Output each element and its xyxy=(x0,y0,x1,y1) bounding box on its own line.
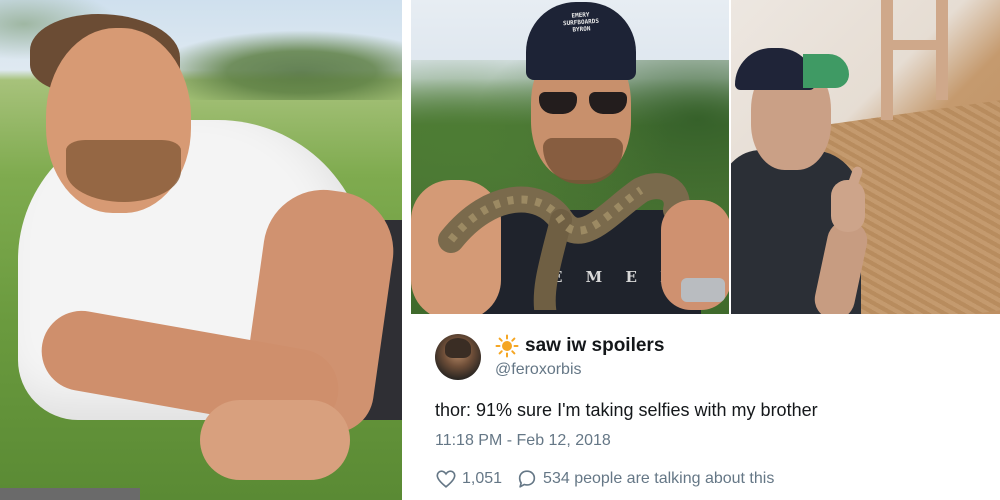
hands xyxy=(200,400,350,480)
snake-icon xyxy=(438,173,690,310)
user-handle[interactable]: @feroxorbis xyxy=(495,361,582,379)
reply-text: 534 people are talking about this xyxy=(543,470,775,487)
stool xyxy=(936,0,948,100)
stool xyxy=(881,0,893,120)
cap-print: EMERY SURFBOARDS BYRON xyxy=(562,11,600,34)
heart-icon xyxy=(436,470,456,488)
sunglasses-icon xyxy=(539,92,631,114)
tweet-card: saw iw spoilers @feroxorbis thor: 91% su… xyxy=(411,314,1000,500)
tweet-actions: 1,051 534 people are talking about this xyxy=(435,468,774,490)
beard xyxy=(66,140,181,202)
image-strip xyxy=(0,488,140,500)
reply-button[interactable]: 534 people are talking about this xyxy=(516,468,774,490)
photo-left xyxy=(0,0,402,500)
like-button[interactable]: 1,051 xyxy=(435,468,502,490)
photo-middle: E M E R Y EMERY SURFBOARDS BYRON xyxy=(411,0,729,314)
tweet-timestamp[interactable]: 11:18 PM - Feb 12, 2018 xyxy=(435,432,611,450)
stool xyxy=(881,40,948,50)
sun-icon xyxy=(495,334,519,358)
avatar[interactable] xyxy=(435,334,481,380)
comment-icon xyxy=(518,470,536,488)
cap xyxy=(731,44,851,90)
like-count: 1,051 xyxy=(462,470,503,487)
watch-icon xyxy=(681,278,725,302)
photo-right xyxy=(731,0,1000,314)
display-name[interactable]: saw iw spoilers xyxy=(525,335,664,357)
tweet-author[interactable]: saw iw spoilers xyxy=(495,334,664,358)
tweet-text: thor: 91% sure I'm taking selfies with m… xyxy=(435,400,818,420)
